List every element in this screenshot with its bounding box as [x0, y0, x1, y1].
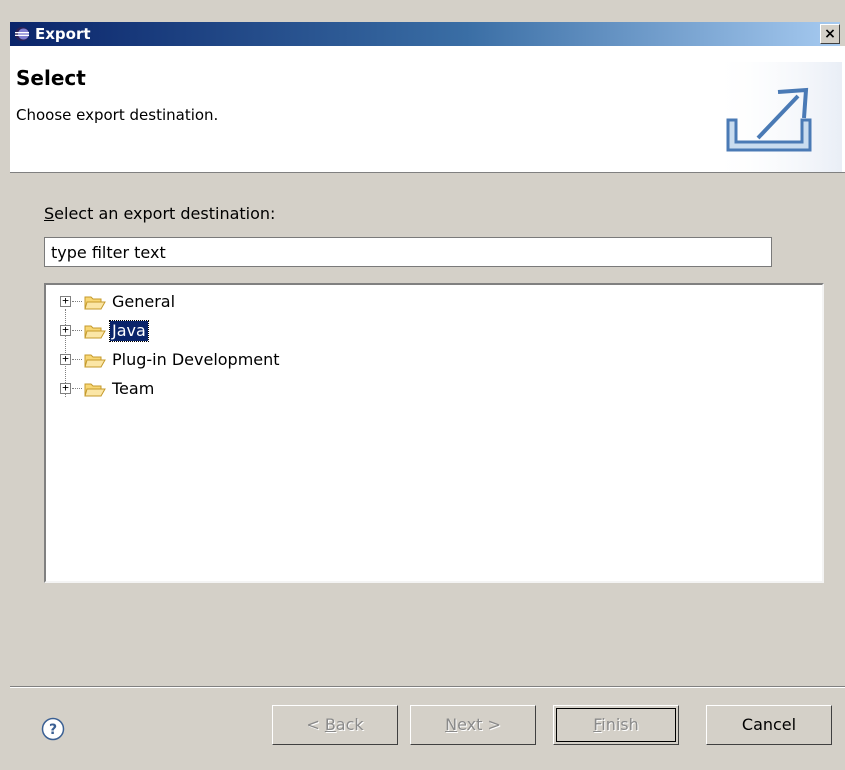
filter-input[interactable]: [44, 237, 772, 267]
tree-connector: [72, 301, 82, 302]
export-dialog: Export × Select Choose export destinatio…: [0, 0, 845, 770]
next-button-label: ext >: [457, 715, 501, 734]
back-button[interactable]: < Back: [272, 705, 398, 745]
finish-button-label: inish: [601, 715, 639, 734]
help-icon[interactable]: ?: [41, 717, 65, 741]
next-button-accelerator: N: [445, 715, 458, 734]
folder-icon: [84, 325, 106, 339]
folder-icon: [84, 354, 106, 368]
back-button-label: ack: [335, 715, 364, 734]
tree-item-general[interactable]: + General: [46, 291, 822, 313]
expand-icon[interactable]: +: [60, 382, 71, 394]
destination-tree[interactable]: + General + Java + Plug-in Development +…: [44, 283, 824, 583]
expand-icon[interactable]: +: [60, 324, 71, 336]
tree-item-team[interactable]: + Team: [46, 378, 822, 400]
svg-text:?: ?: [49, 722, 57, 738]
expand-icon[interactable]: +: [60, 353, 71, 365]
tree-connector: [72, 330, 82, 331]
page-description: Choose export destination.: [16, 106, 219, 124]
tree-item-plug-in-development[interactable]: + Plug-in Development: [46, 349, 822, 371]
cancel-button[interactable]: Cancel: [706, 705, 832, 745]
filter-label: Select an export destination:: [44, 204, 275, 223]
filter-label-text: elect an export destination:: [54, 204, 276, 223]
tree-connector: [72, 388, 82, 389]
filter-label-accelerator: S: [44, 204, 55, 223]
folder-icon: [84, 296, 106, 310]
tree-item-java[interactable]: + Java: [46, 320, 822, 342]
wizard-banner: Select Choose export destination.: [10, 46, 845, 173]
tree-connector: [72, 359, 82, 360]
title-bar[interactable]: Export ×: [10, 22, 840, 46]
back-button-prefix: <: [306, 715, 325, 734]
close-button[interactable]: ×: [820, 24, 840, 44]
cancel-button-label: Cancel: [741, 715, 797, 734]
back-button-accelerator: B: [324, 715, 336, 734]
tree-item-label[interactable]: Plug-in Development: [110, 350, 282, 370]
eclipse-icon: [15, 27, 29, 41]
tree-item-label[interactable]: Java: [109, 320, 149, 342]
export-wizard-icon: [710, 62, 842, 172]
finish-button[interactable]: Finish: [553, 705, 679, 745]
tree-item-label[interactable]: Team: [110, 379, 156, 399]
button-bar-separator: [10, 686, 845, 688]
next-button[interactable]: Next >: [410, 705, 536, 745]
tree-item-label[interactable]: General: [110, 292, 177, 312]
window-title: Export: [35, 25, 91, 43]
expand-icon[interactable]: +: [60, 295, 71, 307]
close-icon: ×: [824, 26, 836, 42]
folder-icon: [84, 383, 106, 397]
page-title: Select: [16, 66, 86, 90]
